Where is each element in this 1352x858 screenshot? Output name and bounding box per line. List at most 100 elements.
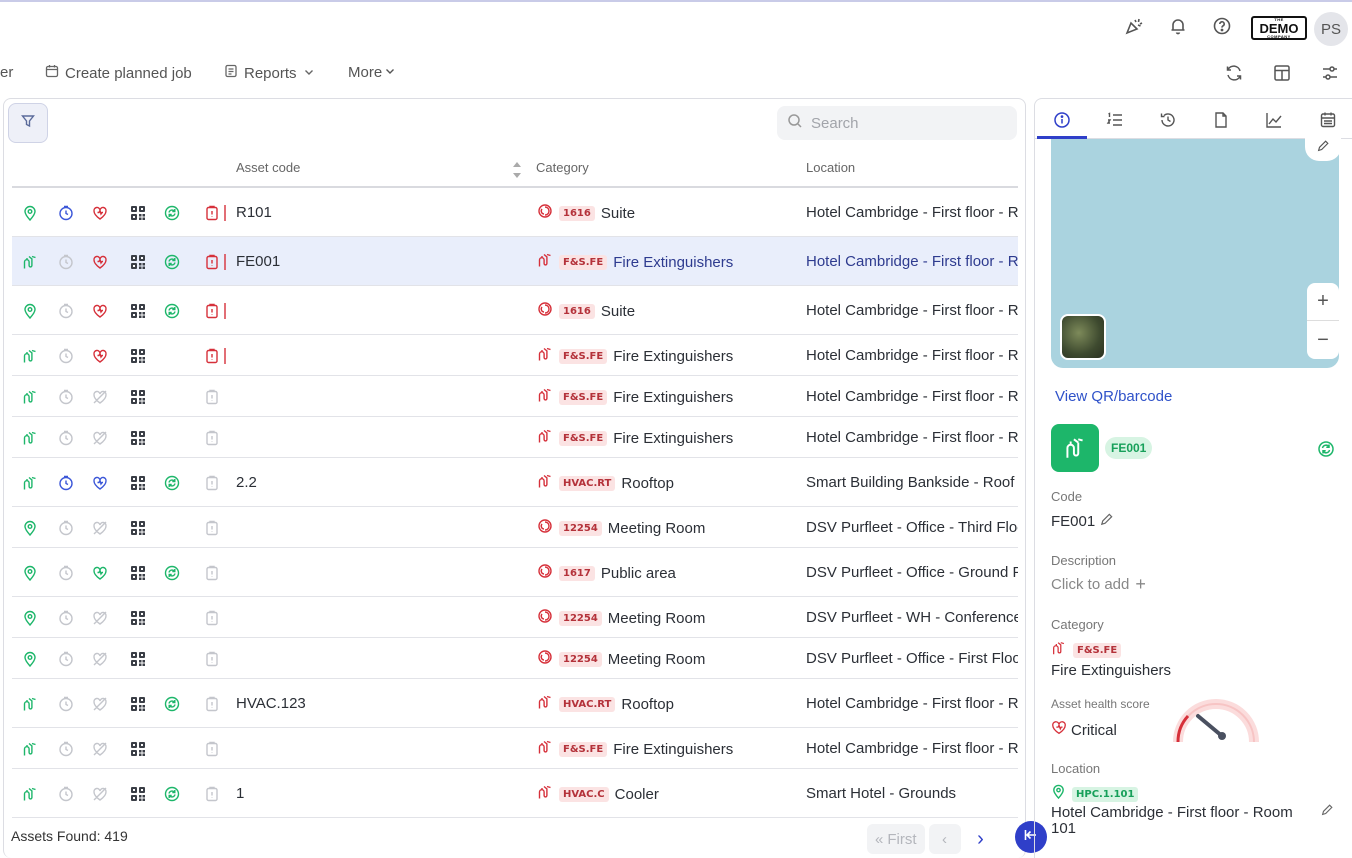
qr-code-icon[interactable]: [130, 389, 146, 405]
timer-icon[interactable]: [58, 741, 74, 757]
column-header-category[interactable]: Category: [536, 160, 589, 175]
pencil-icon[interactable]: [1320, 803, 1334, 822]
clipboard-icon[interactable]: [204, 389, 220, 405]
table-row[interactable]: 1 HVAC.C Cooler Smart Hotel - Grounds: [12, 769, 1018, 818]
qr-code-icon[interactable]: [130, 348, 146, 364]
heart-pulse-icon[interactable]: [92, 303, 108, 319]
clipboard-icon[interactable]: [204, 205, 220, 221]
qr-code-icon[interactable]: [130, 303, 146, 319]
sync-icon[interactable]: [164, 303, 180, 319]
timer-icon[interactable]: [58, 565, 74, 581]
heart-pulse-icon[interactable]: [92, 348, 108, 364]
qr-code-icon[interactable]: [130, 741, 146, 757]
bell-icon[interactable]: [1168, 16, 1188, 36]
table-row[interactable]: F&S.FE Fire Extinguishers Hotel Cambridg…: [12, 376, 1018, 417]
timer-icon[interactable]: [58, 610, 74, 626]
timer-icon[interactable]: [58, 651, 74, 667]
clipboard-icon[interactable]: [204, 696, 220, 712]
view-qr-link[interactable]: View QR/barcode: [1055, 388, 1172, 405]
clipboard-icon[interactable]: [204, 303, 220, 319]
clipboard-icon[interactable]: [204, 741, 220, 757]
table-row[interactable]: FE001 F&S.FE Fire Extinguishers Hotel Ca…: [12, 237, 1018, 286]
timer-icon[interactable]: [58, 205, 74, 221]
qr-code-icon[interactable]: [130, 696, 146, 712]
layout-icon[interactable]: [1271, 62, 1293, 84]
table-row[interactable]: HVAC.123 HVAC.RT Rooftop Hotel Cambridge…: [12, 679, 1018, 728]
help-icon[interactable]: [1212, 16, 1232, 36]
timer-icon[interactable]: [58, 303, 74, 319]
filter-button[interactable]: [8, 103, 48, 143]
timer-icon[interactable]: [58, 696, 74, 712]
column-header-location[interactable]: Location: [806, 160, 855, 175]
qr-code-icon[interactable]: [130, 651, 146, 667]
next-page-button[interactable]: ›: [965, 824, 997, 854]
timer-icon[interactable]: [58, 389, 74, 405]
heart-pulse-icon[interactable]: [92, 475, 108, 491]
timer-icon[interactable]: [58, 430, 74, 446]
table-row[interactable]: F&S.FE Fire Extinguishers Hotel Cambridg…: [12, 335, 1018, 376]
qr-code-icon[interactable]: [130, 205, 146, 221]
heart-pulse-icon[interactable]: [92, 205, 108, 221]
document-icon[interactable]: [1212, 111, 1230, 129]
timer-icon[interactable]: [58, 475, 74, 491]
map-edit-button[interactable]: [1305, 137, 1341, 161]
sync-icon[interactable]: [164, 565, 180, 581]
heart-pulse-icon[interactable]: [92, 610, 108, 626]
table-row[interactable]: F&S.FE Fire Extinguishers Hotel Cambridg…: [12, 728, 1018, 769]
qr-code-icon[interactable]: [130, 565, 146, 581]
clipboard-icon[interactable]: [204, 520, 220, 536]
history-icon[interactable]: [1159, 111, 1177, 129]
table-row[interactable]: 12254 Meeting Room DSV Purfleet - Office…: [12, 507, 1018, 548]
clipboard-icon[interactable]: [204, 610, 220, 626]
qr-code-icon[interactable]: [130, 475, 146, 491]
heart-pulse-icon[interactable]: [92, 430, 108, 446]
heart-pulse-icon[interactable]: [92, 254, 108, 270]
heart-pulse-icon[interactable]: [92, 520, 108, 536]
heart-pulse-icon[interactable]: [92, 741, 108, 757]
table-row[interactable]: 12254 Meeting Room DSV Purfleet - Office…: [12, 638, 1018, 679]
heart-pulse-icon[interactable]: [92, 389, 108, 405]
heart-pulse-icon[interactable]: [92, 786, 108, 802]
reports-dropdown[interactable]: Reports: [224, 64, 315, 82]
table-row[interactable]: F&S.FE Fire Extinguishers Hotel Cambridg…: [12, 417, 1018, 458]
clipboard-icon[interactable]: [204, 348, 220, 364]
clipboard-icon[interactable]: [204, 430, 220, 446]
qr-code-icon[interactable]: [130, 254, 146, 270]
heart-pulse-icon[interactable]: [92, 696, 108, 712]
timer-icon[interactable]: [58, 348, 74, 364]
clipboard-icon[interactable]: [204, 475, 220, 491]
description-add[interactable]: Click to add +: [1051, 575, 1146, 593]
heart-pulse-icon[interactable]: [92, 565, 108, 581]
heart-pulse-icon[interactable]: [92, 651, 108, 667]
sync-icon[interactable]: [164, 475, 180, 491]
search-input[interactable]: [811, 114, 1001, 132]
clipboard-icon[interactable]: [204, 565, 220, 581]
table-row[interactable]: 1617 Public area DSV Purfleet - Office -…: [12, 548, 1018, 597]
celebration-icon[interactable]: [1124, 16, 1144, 36]
qr-code-icon[interactable]: [130, 786, 146, 802]
satellite-layer-toggle[interactable]: [1060, 314, 1106, 360]
clipboard-icon[interactable]: [204, 786, 220, 802]
clipboard-icon[interactable]: [204, 254, 220, 270]
sort-icon[interactable]: [511, 160, 523, 180]
numbered-list-icon[interactable]: [1106, 111, 1124, 129]
sync-icon[interactable]: [164, 696, 180, 712]
sync-icon[interactable]: [164, 786, 180, 802]
qr-code-icon[interactable]: [130, 610, 146, 626]
search-box[interactable]: [777, 106, 1017, 140]
column-header-asset-code[interactable]: Asset code: [236, 160, 300, 175]
timer-icon[interactable]: [58, 786, 74, 802]
sync-icon[interactable]: [164, 254, 180, 270]
qr-code-icon[interactable]: [130, 430, 146, 446]
location-map[interactable]: + −: [1051, 137, 1341, 368]
prev-page-button[interactable]: ‹: [928, 824, 961, 854]
more-dropdown[interactable]: More: [348, 64, 396, 81]
table-row[interactable]: 2.2 HVAC.RT Rooftop Smart Building Banks…: [12, 458, 1018, 507]
table-row[interactable]: 12254 Meeting Room DSV Purfleet - WH - C…: [12, 597, 1018, 638]
user-avatar[interactable]: PS: [1314, 12, 1348, 46]
create-planned-job-button[interactable]: Create planned job: [45, 64, 192, 82]
timer-icon[interactable]: [58, 254, 74, 270]
qr-code-icon[interactable]: [130, 520, 146, 536]
company-logo[interactable]: THE DEMO COMPANY: [1251, 16, 1307, 40]
first-page-button[interactable]: «First: [867, 824, 925, 854]
